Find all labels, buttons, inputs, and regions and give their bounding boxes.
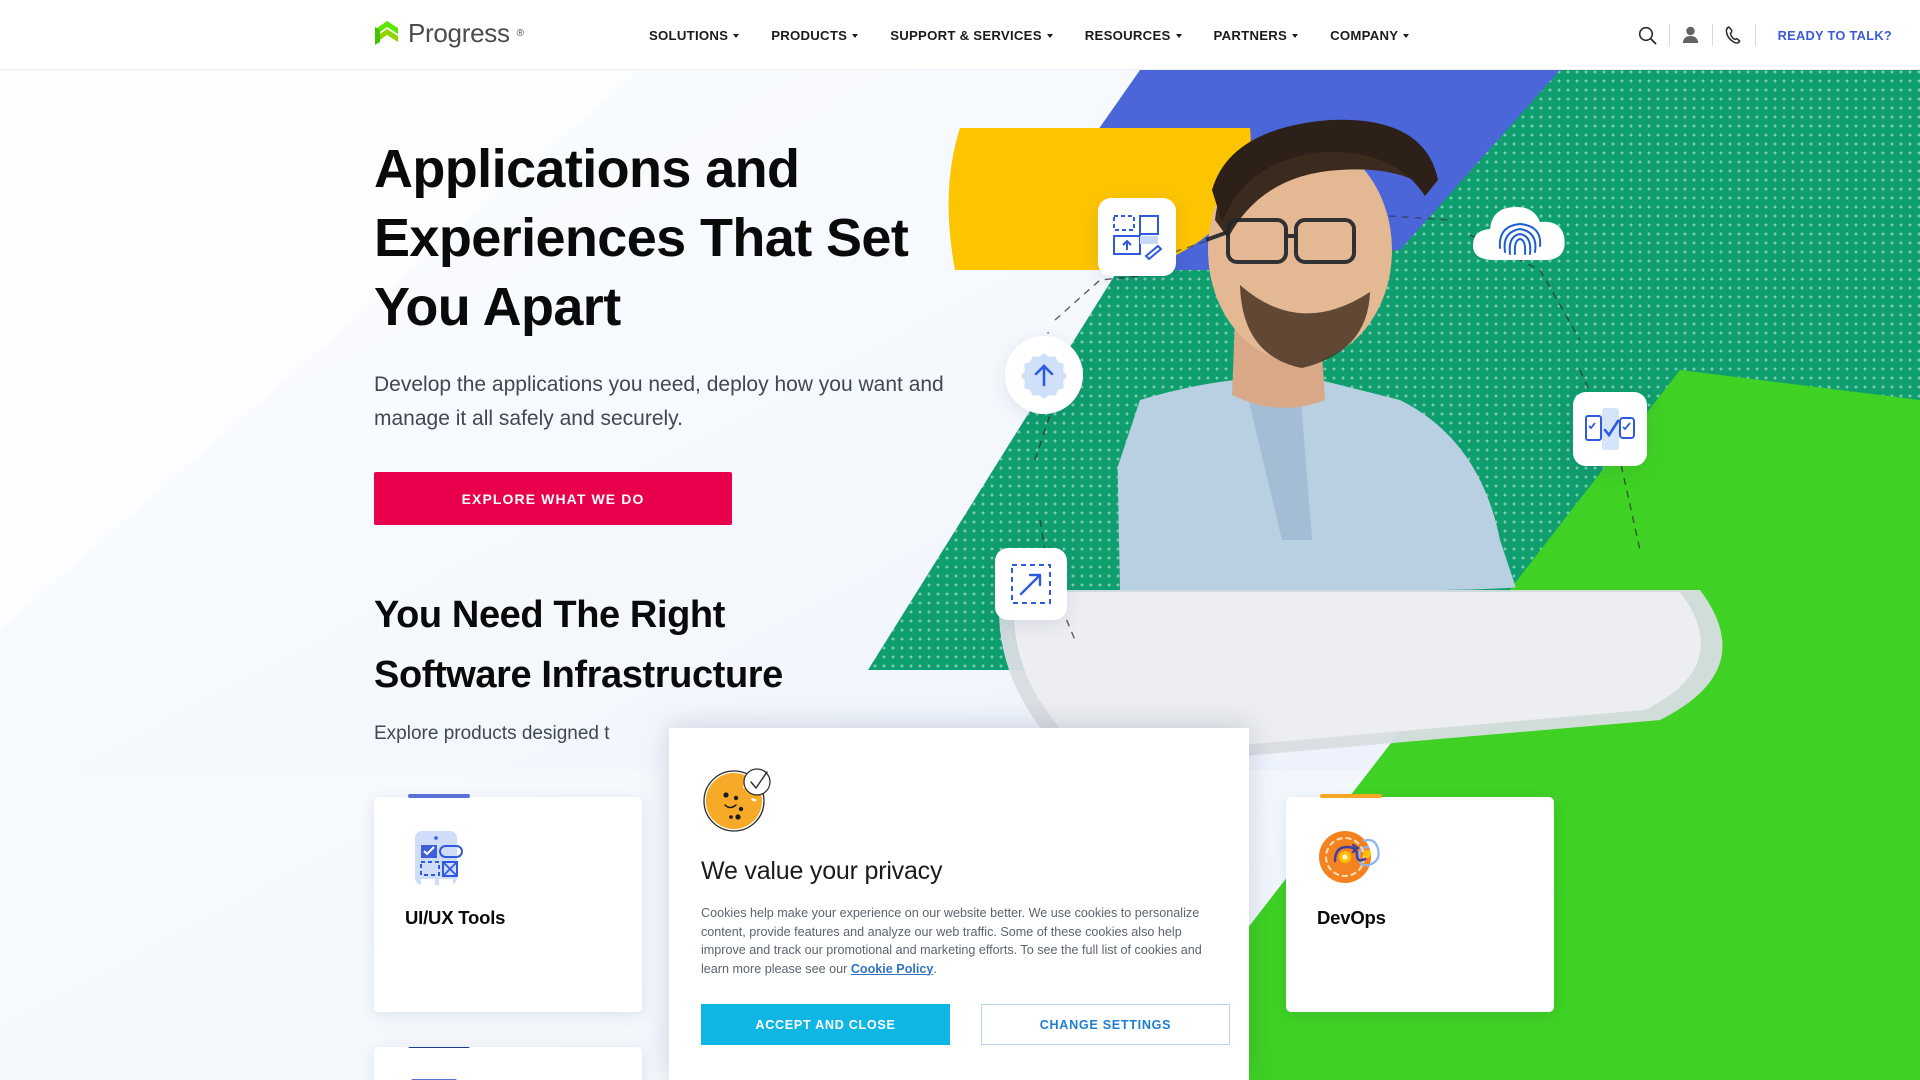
- wireframe-layout-tile: [1098, 198, 1176, 276]
- nav-label: SUPPORT & SERVICES: [890, 27, 1042, 43]
- nav-item-resources[interactable]: RESOURCES: [1069, 0, 1198, 70]
- section-software-infrastructure: You Need The Right Software Infrastructu…: [374, 585, 1134, 749]
- card-accent-bar: [408, 1047, 470, 1048]
- logo-trademark: ®: [516, 27, 525, 39]
- nav-label: PARTNERS: [1213, 27, 1288, 43]
- main-navigation: SOLUTIONS PRODUCTS SUPPORT & SERVICES RE…: [633, 0, 1425, 70]
- hero-title-line-1: Applications and: [374, 139, 800, 199]
- cookie-dialog-actions: ACCEPT AND CLOSE CHANGE SETTINGS: [701, 1004, 1230, 1045]
- page-root: Applications and Experiences That Set Yo…: [0, 0, 1920, 1080]
- device-checklist-tile: [1573, 392, 1647, 466]
- nav-label: RESOURCES: [1084, 27, 1171, 43]
- card-accent-bar: [1320, 794, 1382, 798]
- chevron-down-icon: [1292, 34, 1299, 38]
- nav-item-solutions[interactable]: SOLUTIONS: [633, 0, 755, 70]
- partial-card-icon: [405, 1075, 467, 1080]
- search-icon: [1638, 26, 1657, 44]
- nav-label: COMPANY: [1330, 27, 1399, 43]
- hero-title: Applications and Experiences That Set Yo…: [374, 135, 1014, 342]
- card-accent-bar: [408, 794, 470, 798]
- cookie-dialog-title: We value your privacy: [701, 857, 943, 885]
- cookie-consent-dialog: We value your privacy Cookies help make …: [669, 728, 1249, 1080]
- card-partial-bottom[interactable]: [374, 1047, 642, 1080]
- section2-title: You Need The Right Software Infrastructu…: [374, 585, 1134, 705]
- hero-subtitle: Develop the applications you need, deplo…: [374, 373, 944, 430]
- wireframe-layout-icon: [1113, 215, 1162, 260]
- card-ui-ux-tools[interactable]: UI/UX Tools: [374, 794, 642, 1012]
- contact-phone-button[interactable]: [1713, 0, 1755, 70]
- device-checklist-icon: [1585, 408, 1635, 450]
- ready-to-talk-link[interactable]: READY TO TALK?: [1756, 28, 1920, 43]
- cookie-icon: [703, 768, 771, 832]
- nav-item-products[interactable]: PRODUCTS: [755, 0, 874, 70]
- cookie-dialog-body: Cookies help make your experience on our…: [701, 904, 1221, 978]
- nav-label: PRODUCTS: [771, 27, 848, 43]
- section2-title-line-2: Software Infrastructure: [374, 654, 783, 696]
- gear-upload-icon: [1021, 353, 1067, 399]
- nav-item-support-services[interactable]: SUPPORT & SERVICES: [874, 0, 1069, 70]
- account-button[interactable]: [1670, 0, 1712, 70]
- header-utilities: READY TO TALK?: [1627, 0, 1920, 70]
- chevron-down-icon: [852, 34, 859, 38]
- change-settings-button[interactable]: CHANGE SETTINGS: [981, 1004, 1230, 1045]
- card-label: DevOps: [1317, 907, 1386, 928]
- fingerprint-cloud-tile: [1468, 192, 1574, 272]
- search-button[interactable]: [1627, 0, 1669, 70]
- card-label: UI/UX Tools: [405, 907, 506, 928]
- gear-upload-tile: [1005, 336, 1083, 414]
- cookie-body-text: Cookies help make your experience on our…: [701, 906, 1202, 976]
- progress-logo-text: Progress: [408, 18, 510, 48]
- hero-content: Applications and Experiences That Set Yo…: [374, 135, 1014, 525]
- hero-title-line-3: You Apart: [374, 277, 621, 337]
- user-account-icon: [1682, 26, 1699, 43]
- chevron-down-icon: [733, 34, 740, 38]
- explore-what-we-do-button[interactable]: EXPLORE WHAT WE DO: [374, 472, 732, 525]
- progress-logo[interactable]: Progress ®: [374, 18, 524, 48]
- hero-title-line-2: Experiences That Set: [374, 208, 909, 268]
- progress-logo-icon: [375, 21, 398, 45]
- fingerprint-cloud-icon: [1472, 206, 1565, 260]
- accept-and-close-button[interactable]: ACCEPT AND CLOSE: [701, 1004, 950, 1045]
- nav-item-partners[interactable]: PARTNERS: [1198, 0, 1315, 70]
- chevron-down-icon: [1403, 34, 1410, 38]
- phone-icon: [1725, 26, 1741, 44]
- nav-item-company[interactable]: COMPANY: [1314, 0, 1425, 70]
- section2-title-line-1: You Need The Right: [374, 594, 725, 636]
- chevron-down-icon: [1046, 34, 1053, 38]
- cookie-body-end: .: [933, 961, 937, 976]
- site-header: Progress ® SOLUTIONS PRODUCTS SUPPORT & …: [0, 0, 1920, 70]
- ui-wireframe-icon: [405, 827, 467, 892]
- chevron-down-icon: [1175, 34, 1182, 38]
- devops-cycle-icon: [1317, 827, 1383, 892]
- nav-label: SOLUTIONS: [649, 27, 729, 43]
- cookie-policy-link[interactable]: Cookie Policy: [851, 962, 934, 976]
- card-devops[interactable]: DevOps: [1286, 794, 1554, 1012]
